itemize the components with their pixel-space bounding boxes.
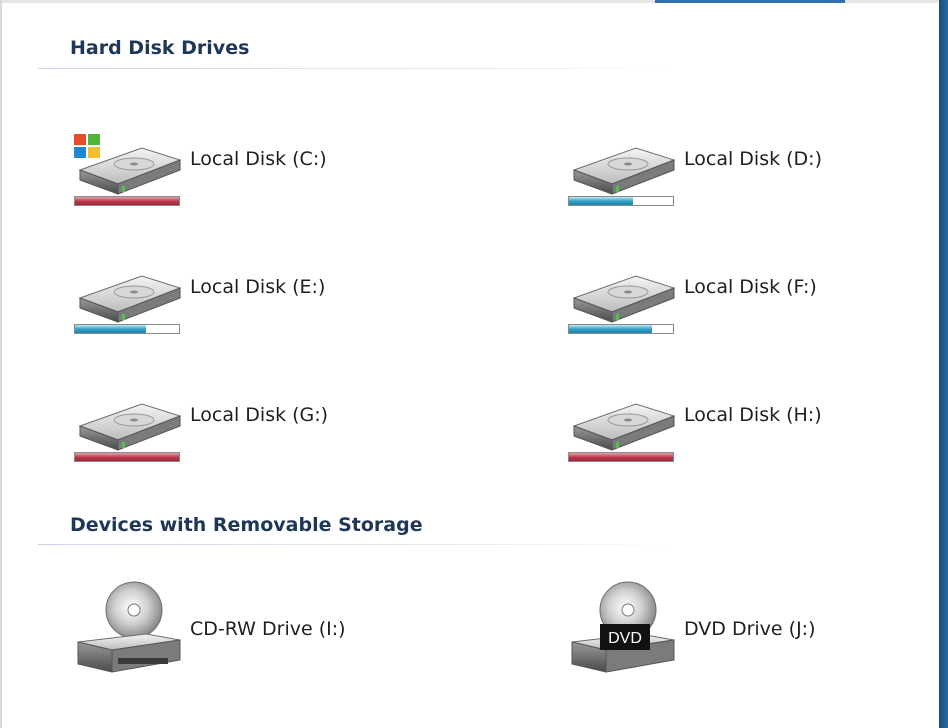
drive-local-disk-e[interactable]: Local Disk (E:)	[72, 258, 372, 348]
windows-hard-drive-icon	[74, 134, 181, 195]
usage-bar	[568, 452, 674, 462]
drive-label: Local Disk (F:)	[684, 276, 817, 298]
dvd-drive-icon: DVD	[571, 581, 675, 673]
hard-drive-icon	[79, 275, 181, 323]
cd-drive-icon	[77, 581, 181, 673]
usage-bar-fill	[569, 325, 653, 333]
drive-local-disk-c[interactable]: Local Disk (C:)	[72, 130, 372, 220]
drive-local-disk-d[interactable]: Local Disk (D:)	[566, 130, 866, 220]
usage-bar-fill	[75, 325, 146, 333]
drive-label: Local Disk (G:)	[190, 404, 329, 426]
section-divider	[38, 68, 688, 69]
drive-cd-rw-i[interactable]: CD-RW Drive (I:)	[72, 580, 372, 680]
drive-label: CD-RW Drive (I:)	[190, 618, 346, 640]
drive-label: Local Disk (H:)	[684, 404, 822, 426]
drive-local-disk-h[interactable]: Local Disk (H:)	[566, 386, 866, 476]
usage-bar	[568, 196, 674, 206]
drive-local-disk-f[interactable]: Local Disk (F:)	[566, 258, 866, 348]
usage-bar	[74, 452, 180, 462]
window-right-border[interactable]	[939, 0, 948, 728]
hard-drive-icon	[573, 275, 675, 323]
drive-label: Local Disk (D:)	[684, 148, 822, 170]
dvd-badge-text: DVD	[608, 630, 642, 647]
section-divider	[38, 544, 688, 545]
hard-drive-icon	[573, 147, 675, 195]
hard-drive-icon	[79, 403, 181, 451]
titlebar-accent	[655, 0, 845, 3]
drive-label: DVD Drive (J:)	[684, 618, 816, 640]
section-header-removable-storage: Devices with Removable Storage	[70, 514, 423, 536]
drive-label: Local Disk (E:)	[190, 276, 326, 298]
usage-bar-fill	[569, 197, 634, 205]
window-left-border	[0, 0, 2, 728]
drive-local-disk-g[interactable]: Local Disk (G:)	[72, 386, 372, 476]
hard-drive-icon	[573, 403, 675, 451]
usage-bar-fill	[569, 453, 673, 461]
usage-bar	[568, 324, 674, 334]
usage-bar-fill	[75, 197, 179, 205]
section-header-hard-disk-drives: Hard Disk Drives	[70, 37, 250, 59]
drive-dvd-j[interactable]: DVD DVD Drive (J:)	[566, 580, 866, 680]
usage-bar	[74, 324, 180, 334]
drive-label: Local Disk (C:)	[190, 148, 327, 170]
usage-bar	[74, 196, 180, 206]
usage-bar-fill	[75, 453, 179, 461]
